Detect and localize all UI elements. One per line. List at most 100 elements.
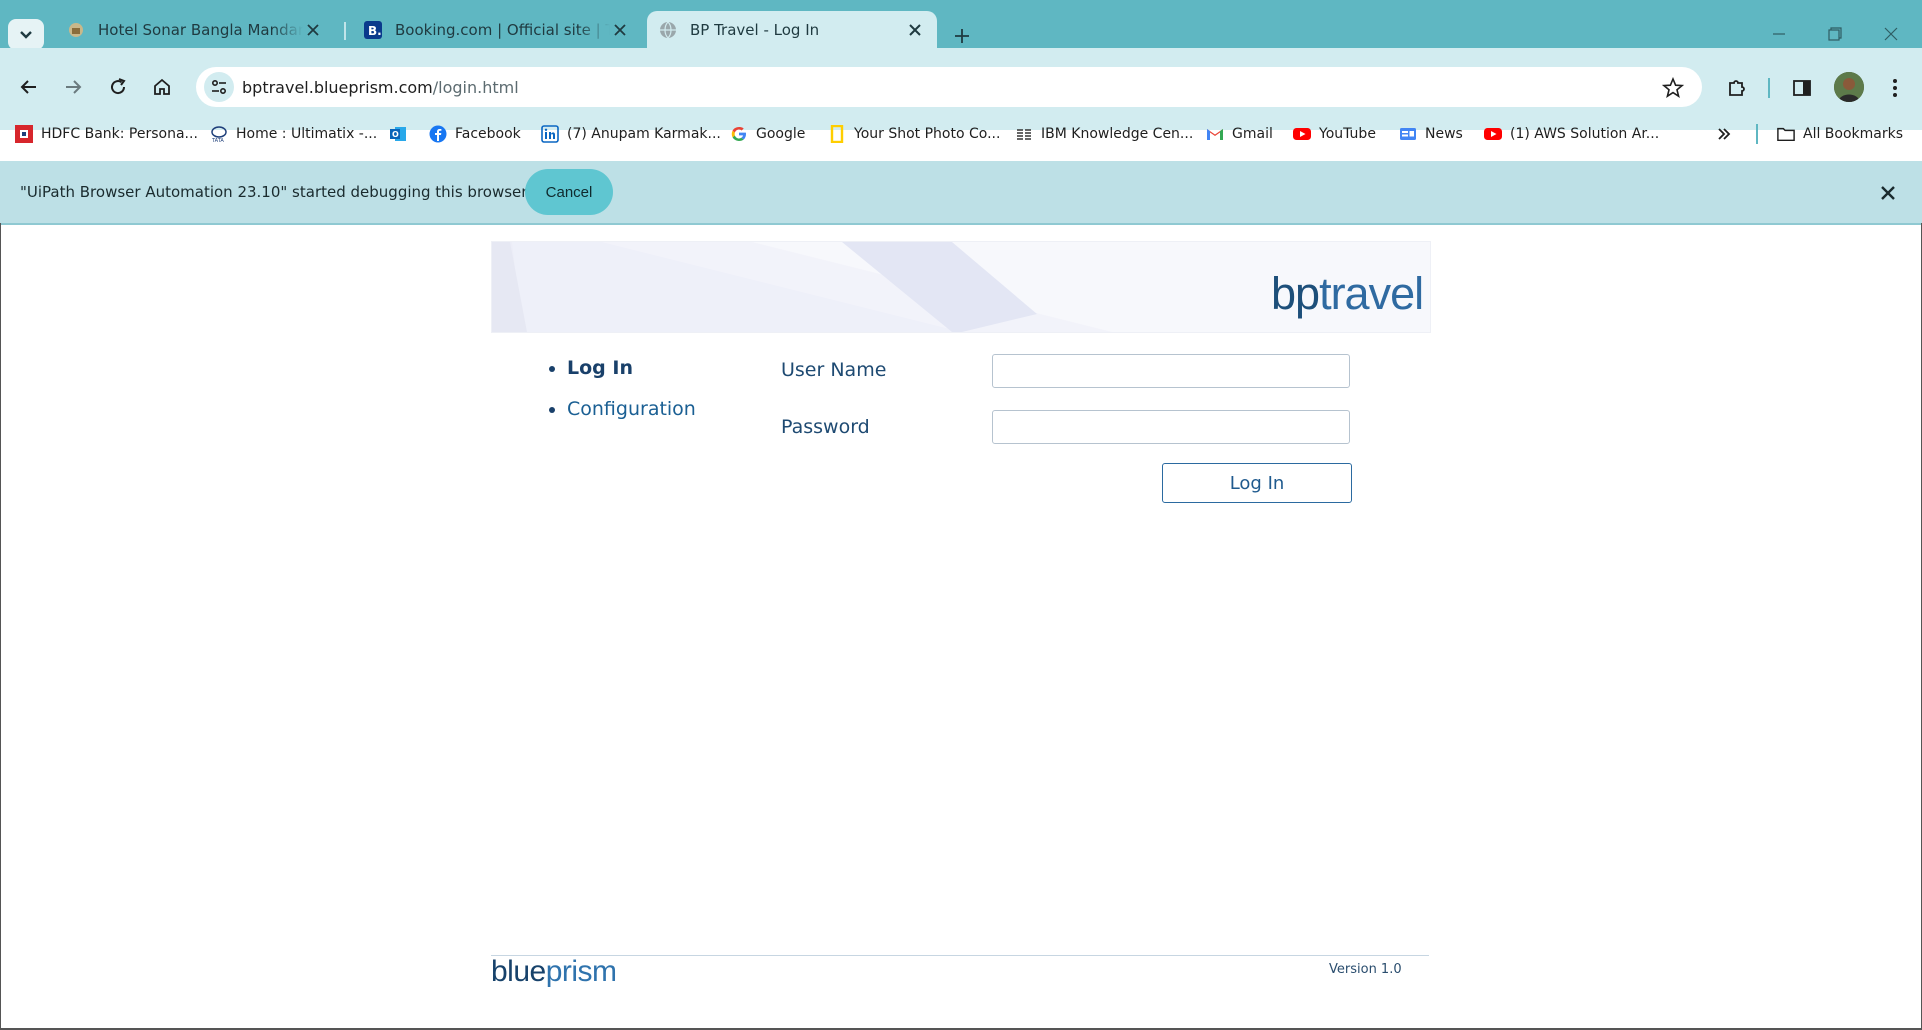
tab-hotel-sonar-bangla[interactable]: Hotel Sonar Bangla Mandarmoni bbox=[55, 11, 335, 48]
password-input[interactable] bbox=[992, 410, 1350, 444]
reload-icon bbox=[111, 78, 126, 95]
forward-button[interactable] bbox=[55, 69, 91, 105]
booking-favicon-icon: B. bbox=[364, 20, 382, 39]
folder-icon bbox=[1777, 125, 1795, 143]
bookmark-label: News bbox=[1425, 126, 1463, 142]
bookmark-ultimatix[interactable]: TATA Home : Ultimatix -... bbox=[210, 120, 377, 148]
all-bookmarks-button[interactable]: All Bookmarks bbox=[1777, 120, 1903, 148]
username-label: User Name bbox=[781, 359, 887, 381]
bookmark-star-button[interactable] bbox=[1660, 75, 1686, 101]
linkedin-icon bbox=[541, 125, 559, 143]
new-tab-button[interactable] bbox=[948, 22, 976, 50]
side-panel-button[interactable] bbox=[1787, 73, 1817, 103]
reload-button[interactable] bbox=[100, 69, 136, 105]
url-text[interactable]: bptravel.blueprism.com/login.html bbox=[242, 78, 519, 97]
youtube-icon bbox=[1484, 125, 1502, 143]
bookmark-news[interactable]: News bbox=[1399, 120, 1463, 148]
arrow-right-icon bbox=[66, 80, 82, 94]
profile-avatar[interactable] bbox=[1834, 72, 1864, 102]
chevron-down-icon bbox=[20, 31, 32, 39]
more-bookmarks-button[interactable] bbox=[1716, 120, 1732, 148]
tab-title: Hotel Sonar Bangla Mandarmoni bbox=[98, 20, 303, 39]
bookmarks-separator bbox=[1756, 124, 1758, 144]
tab-bp-travel-login[interactable]: BP Travel - Log In bbox=[647, 11, 937, 48]
bookmark-aws-solution[interactable]: (1) AWS Solution Ar... bbox=[1484, 120, 1659, 148]
blueprism-logo: blueprism bbox=[491, 955, 617, 989]
news-icon bbox=[1399, 125, 1417, 143]
nav-configuration-link[interactable]: Configuration bbox=[567, 398, 696, 420]
username-input[interactable] bbox=[992, 354, 1350, 388]
logo-travel: travel bbox=[1319, 268, 1424, 319]
toolbar-separator bbox=[1768, 78, 1770, 98]
close-tab-icon[interactable] bbox=[303, 20, 323, 40]
bookmark-facebook[interactable]: Facebook bbox=[429, 120, 521, 148]
close-icon bbox=[1884, 27, 1898, 41]
bookmark-label: Home : Ultimatix -... bbox=[236, 126, 378, 142]
avatar-icon bbox=[1834, 72, 1864, 102]
google-icon bbox=[730, 125, 748, 143]
logo-blue: blue bbox=[491, 955, 546, 988]
tata-icon: TATA bbox=[210, 125, 228, 143]
close-tab-icon[interactable] bbox=[610, 20, 630, 40]
outlook-icon: O bbox=[389, 125, 407, 143]
star-icon bbox=[1662, 77, 1684, 98]
footer-divider bbox=[491, 955, 1429, 956]
nav-bullet bbox=[549, 407, 555, 413]
tab-separator bbox=[344, 22, 346, 40]
home-button[interactable] bbox=[144, 69, 180, 105]
infobar-message: "UiPath Browser Automation 23.10" starte… bbox=[20, 183, 528, 201]
bookmark-label: All Bookmarks bbox=[1803, 126, 1904, 142]
bookmark-label: Your Shot Photo Co... bbox=[854, 126, 1001, 142]
back-button[interactable] bbox=[11, 69, 47, 105]
ibm-icon bbox=[1015, 125, 1033, 143]
puzzle-icon bbox=[1729, 80, 1745, 96]
page-frame-left bbox=[0, 223, 1, 1030]
bookmark-outlook[interactable]: O bbox=[389, 120, 415, 148]
bookmark-ibm[interactable]: IBM Knowledge Cen... bbox=[1015, 120, 1193, 148]
bookmark-your-shot[interactable]: Your Shot Photo Co... bbox=[828, 120, 1000, 148]
extensions-button[interactable] bbox=[1722, 73, 1752, 103]
tab-search-button[interactable] bbox=[8, 19, 44, 50]
nav-login-link[interactable]: Log In bbox=[567, 357, 633, 379]
more-vert-icon bbox=[1893, 79, 1897, 97]
bookmark-hdfc[interactable]: HDFC Bank: Persona... bbox=[15, 120, 198, 148]
close-infobar-button[interactable] bbox=[1876, 181, 1900, 205]
version-text: Version 1.0 bbox=[1329, 962, 1402, 977]
bookmark-gmail[interactable]: Gmail bbox=[1206, 120, 1273, 148]
arrow-left-icon bbox=[20, 80, 36, 94]
facebook-icon bbox=[429, 125, 447, 143]
hdfc-icon bbox=[15, 125, 33, 143]
restore-icon bbox=[1828, 27, 1842, 41]
password-label: Password bbox=[781, 416, 870, 438]
close-tab-icon[interactable] bbox=[905, 20, 925, 40]
bookmark-label: Google bbox=[756, 126, 806, 142]
browser-menu-button[interactable] bbox=[1880, 73, 1910, 103]
tune-icon bbox=[211, 79, 227, 95]
hotel-favicon-icon bbox=[67, 21, 85, 39]
nav-bullet bbox=[549, 366, 555, 372]
login-button[interactable]: Log In bbox=[1162, 463, 1352, 503]
plus-icon bbox=[955, 29, 969, 43]
side-panel-icon bbox=[1793, 80, 1811, 96]
logo-bp: bp bbox=[1271, 268, 1320, 319]
bptravel-logo: bptravel bbox=[1271, 268, 1424, 320]
svg-text:TATA: TATA bbox=[211, 138, 224, 143]
url-path: /login.html bbox=[432, 78, 519, 97]
bookmark-label: YouTube bbox=[1319, 126, 1376, 142]
bookmark-label: (7) Anupam Karmak... bbox=[567, 126, 721, 142]
youtube-icon bbox=[1293, 125, 1311, 143]
cancel-debugging-button[interactable]: Cancel bbox=[525, 169, 613, 215]
bookmark-label: (1) AWS Solution Ar... bbox=[1510, 126, 1660, 142]
bookmark-youtube[interactable]: YouTube bbox=[1293, 120, 1376, 148]
globe-favicon-icon bbox=[659, 21, 677, 39]
bookmark-google[interactable]: Google bbox=[730, 120, 805, 148]
close-icon bbox=[1881, 186, 1895, 200]
tab-booking-com[interactable]: B. Booking.com | Official site | The bes… bbox=[352, 11, 642, 48]
bookmark-linkedin[interactable]: (7) Anupam Karmak... bbox=[541, 120, 721, 148]
bookmark-label: HDFC Bank: Persona... bbox=[41, 126, 198, 142]
tab-title: BP Travel - Log In bbox=[690, 20, 820, 39]
site-info-button[interactable] bbox=[204, 72, 234, 102]
svg-text:O: O bbox=[392, 130, 399, 139]
tab-title: Booking.com | Official site | The best h… bbox=[395, 20, 610, 39]
bookmark-label: Facebook bbox=[455, 126, 521, 142]
